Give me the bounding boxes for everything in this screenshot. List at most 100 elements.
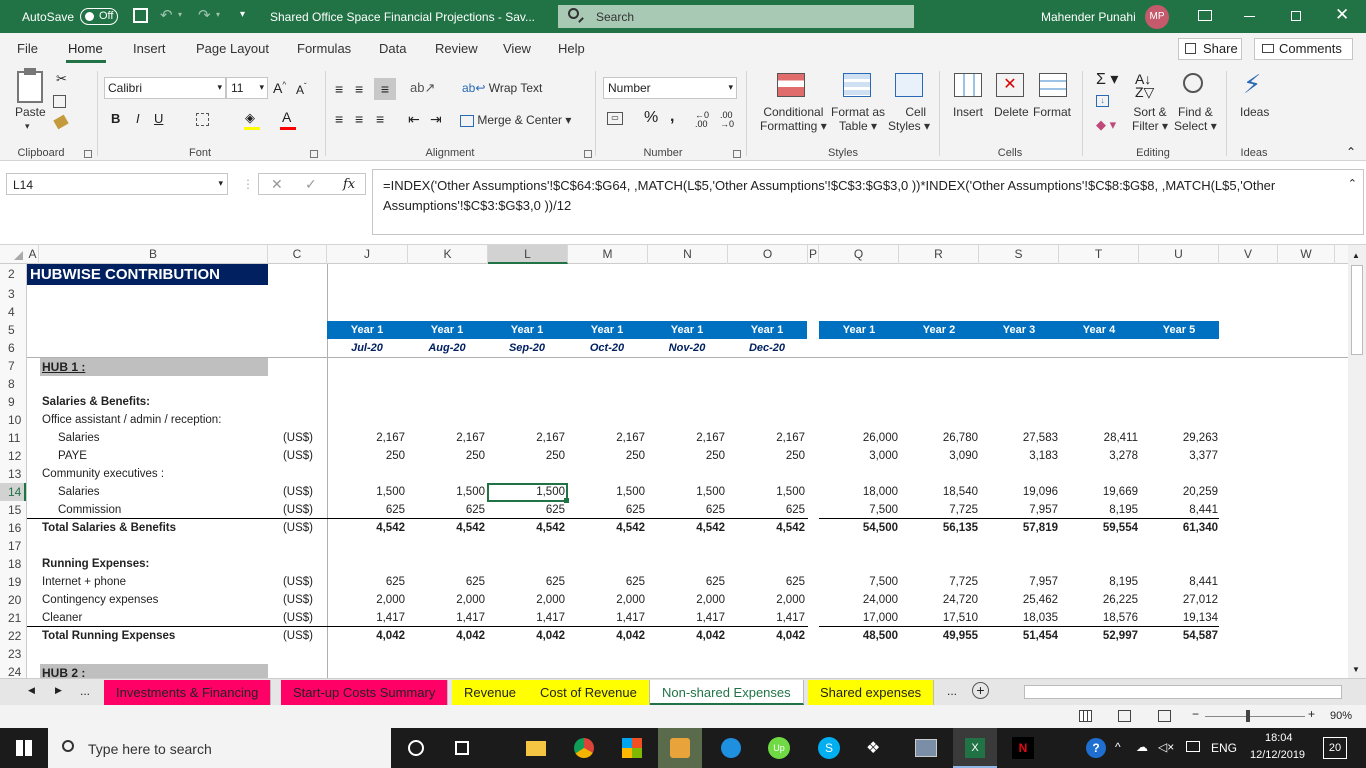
- onedrive-icon[interactable]: ☁: [1136, 740, 1148, 754]
- document-title[interactable]: Shared Office Space Financial Projection…: [270, 10, 535, 24]
- sheet-tab[interactable]: Cost of Revenue: [528, 680, 650, 705]
- row-header[interactable]: 10: [0, 411, 26, 429]
- row-header[interactable]: 4: [0, 303, 26, 321]
- align-left-icon[interactable]: ≡: [335, 111, 343, 127]
- clipboard-launcher-icon[interactable]: [84, 150, 92, 158]
- clear-icon[interactable]: ◆ ▾: [1096, 117, 1116, 133]
- save-icon[interactable]: [133, 8, 148, 23]
- zoom-out-icon[interactable]: −: [1192, 707, 1199, 721]
- column-header[interactable]: J: [327, 245, 408, 264]
- vertical-scrollbar[interactable]: ▲ ▼: [1348, 245, 1366, 678]
- name-box[interactable]: L14 ▾: [6, 173, 228, 195]
- column-header[interactable]: P: [808, 245, 819, 264]
- enter-icon[interactable]: ✓: [305, 176, 317, 193]
- tab-review[interactable]: Review: [435, 41, 478, 56]
- taskbar-search[interactable]: Type here to search: [48, 728, 391, 768]
- increase-font-icon[interactable]: A^: [273, 80, 286, 96]
- format-as-table-icon[interactable]: [843, 73, 871, 97]
- delete-cells-icon[interactable]: ✕: [996, 73, 1024, 97]
- more-tabs-left[interactable]: ...: [80, 684, 90, 698]
- align-bottom-icon[interactable]: ≡: [374, 78, 396, 100]
- file-explorer-icon[interactable]: [526, 741, 546, 756]
- format-cells-icon[interactable]: [1039, 73, 1067, 97]
- worksheet-grid[interactable]: HUBWISE CONTRIBUTION HUB 1 : HUB 2 : Yea…: [27, 264, 1348, 678]
- chrome-icon[interactable]: [574, 738, 594, 758]
- tab-page-layout[interactable]: Page Layout: [196, 41, 269, 56]
- percent-icon[interactable]: %: [644, 109, 658, 127]
- column-header-selected[interactable]: L: [488, 245, 568, 264]
- volume-icon[interactable]: ◁×: [1158, 740, 1174, 754]
- netflix-icon[interactable]: N: [1012, 737, 1034, 759]
- clock-time[interactable]: 18:04: [1265, 732, 1293, 744]
- task-view-icon[interactable]: [455, 741, 469, 755]
- skype-icon[interactable]: S: [818, 737, 840, 759]
- minimize-icon[interactable]: [1244, 16, 1255, 17]
- fill-color-icon[interactable]: ◈: [245, 110, 255, 126]
- notification-icon[interactable]: 20: [1323, 737, 1347, 759]
- ideas-icon[interactable]: ⚡: [1243, 69, 1261, 100]
- underline-icon[interactable]: U: [154, 111, 163, 126]
- tab-help[interactable]: Help: [558, 41, 585, 56]
- select-all-corner[interactable]: [14, 251, 23, 260]
- row-header[interactable]: 13: [0, 465, 26, 483]
- collapse-formula-bar-icon[interactable]: ⌃: [1348, 174, 1357, 194]
- decrease-decimal-icon[interactable]: .00 →0: [720, 111, 734, 129]
- scroll-tabs-right-icon[interactable]: ▶: [55, 685, 62, 696]
- zoom-slider[interactable]: [1205, 716, 1305, 717]
- orientation-icon[interactable]: ab↗: [410, 80, 435, 96]
- row-header[interactable]: 16: [0, 519, 26, 537]
- comma-style-icon[interactable]: ,: [670, 108, 674, 126]
- insert-function-icon[interactable]: fx: [343, 177, 355, 192]
- formula-input[interactable]: =INDEX('Other Assumptions'!$C$64:$G64, ,…: [372, 169, 1364, 235]
- zoom-in-icon[interactable]: +: [1308, 707, 1315, 721]
- sort-filter-button[interactable]: Sort & Filter ▾: [1132, 105, 1168, 133]
- ribbon-display-options-icon[interactable]: [1198, 10, 1212, 21]
- merge-center-button[interactable]: Merge & Center ▾: [460, 113, 571, 127]
- ideas-button[interactable]: Ideas: [1240, 105, 1269, 119]
- decrease-indent-icon[interactable]: ⇤: [408, 111, 420, 128]
- italic-icon[interactable]: I: [136, 111, 140, 126]
- tab-file[interactable]: File: [17, 41, 38, 56]
- row-header[interactable]: 5: [0, 321, 26, 339]
- paste-icon[interactable]: [17, 71, 43, 103]
- sheet-tab[interactable]: Non-shared Expenses: [650, 680, 804, 705]
- redo-dropdown-icon[interactable]: ▾: [216, 10, 220, 19]
- column-header[interactable]: S: [979, 245, 1059, 264]
- alignment-launcher-icon[interactable]: [584, 150, 592, 158]
- tab-home[interactable]: Home: [68, 41, 103, 56]
- undo-dropdown-icon[interactable]: ▾: [178, 10, 182, 19]
- column-header[interactable]: Q: [819, 245, 899, 264]
- row-header[interactable]: 6: [0, 339, 26, 357]
- more-tabs-right[interactable]: ...: [947, 684, 957, 698]
- row-header[interactable]: 21: [0, 609, 26, 627]
- column-header[interactable]: R: [899, 245, 979, 264]
- search-box[interactable]: Search: [558, 5, 914, 28]
- insert-cells-icon[interactable]: [954, 73, 982, 97]
- format-button[interactable]: Format: [1033, 105, 1071, 119]
- delete-button[interactable]: Delete: [994, 105, 1029, 119]
- close-icon[interactable]: ✕: [1335, 5, 1349, 25]
- number-launcher-icon[interactable]: [733, 150, 741, 158]
- column-header[interactable]: K: [408, 245, 488, 264]
- wrap-text-button[interactable]: ab↩ Wrap Text: [462, 81, 542, 95]
- format-as-table-button[interactable]: Format as Table ▾: [831, 105, 885, 133]
- column-header[interactable]: U: [1139, 245, 1219, 264]
- conditional-formatting-icon[interactable]: [777, 73, 805, 97]
- column-header[interactable]: C: [268, 245, 327, 264]
- sheet-tab[interactable]: Shared expenses: [808, 680, 935, 705]
- sheet-tab[interactable]: Investments & Financing: [104, 680, 272, 705]
- tab-data[interactable]: Data: [379, 41, 406, 56]
- row-header[interactable]: 19: [0, 573, 26, 591]
- copy-icon[interactable]: [53, 95, 66, 108]
- sheet-tab[interactable]: Start-up Costs Summary: [281, 680, 449, 705]
- font-name-select[interactable]: Calibri ▾: [104, 77, 226, 99]
- column-header[interactable]: N: [648, 245, 728, 264]
- user-name[interactable]: Mahender Punahi: [1041, 10, 1136, 24]
- row-header[interactable]: 22: [0, 627, 26, 645]
- restore-icon[interactable]: [1291, 11, 1301, 21]
- photos-icon[interactable]: [915, 739, 937, 757]
- collapse-ribbon-icon[interactable]: ⌃: [1346, 145, 1356, 159]
- row-header[interactable]: 23: [0, 645, 26, 663]
- row-header[interactable]: 18: [0, 555, 26, 573]
- borders-icon[interactable]: [196, 113, 209, 126]
